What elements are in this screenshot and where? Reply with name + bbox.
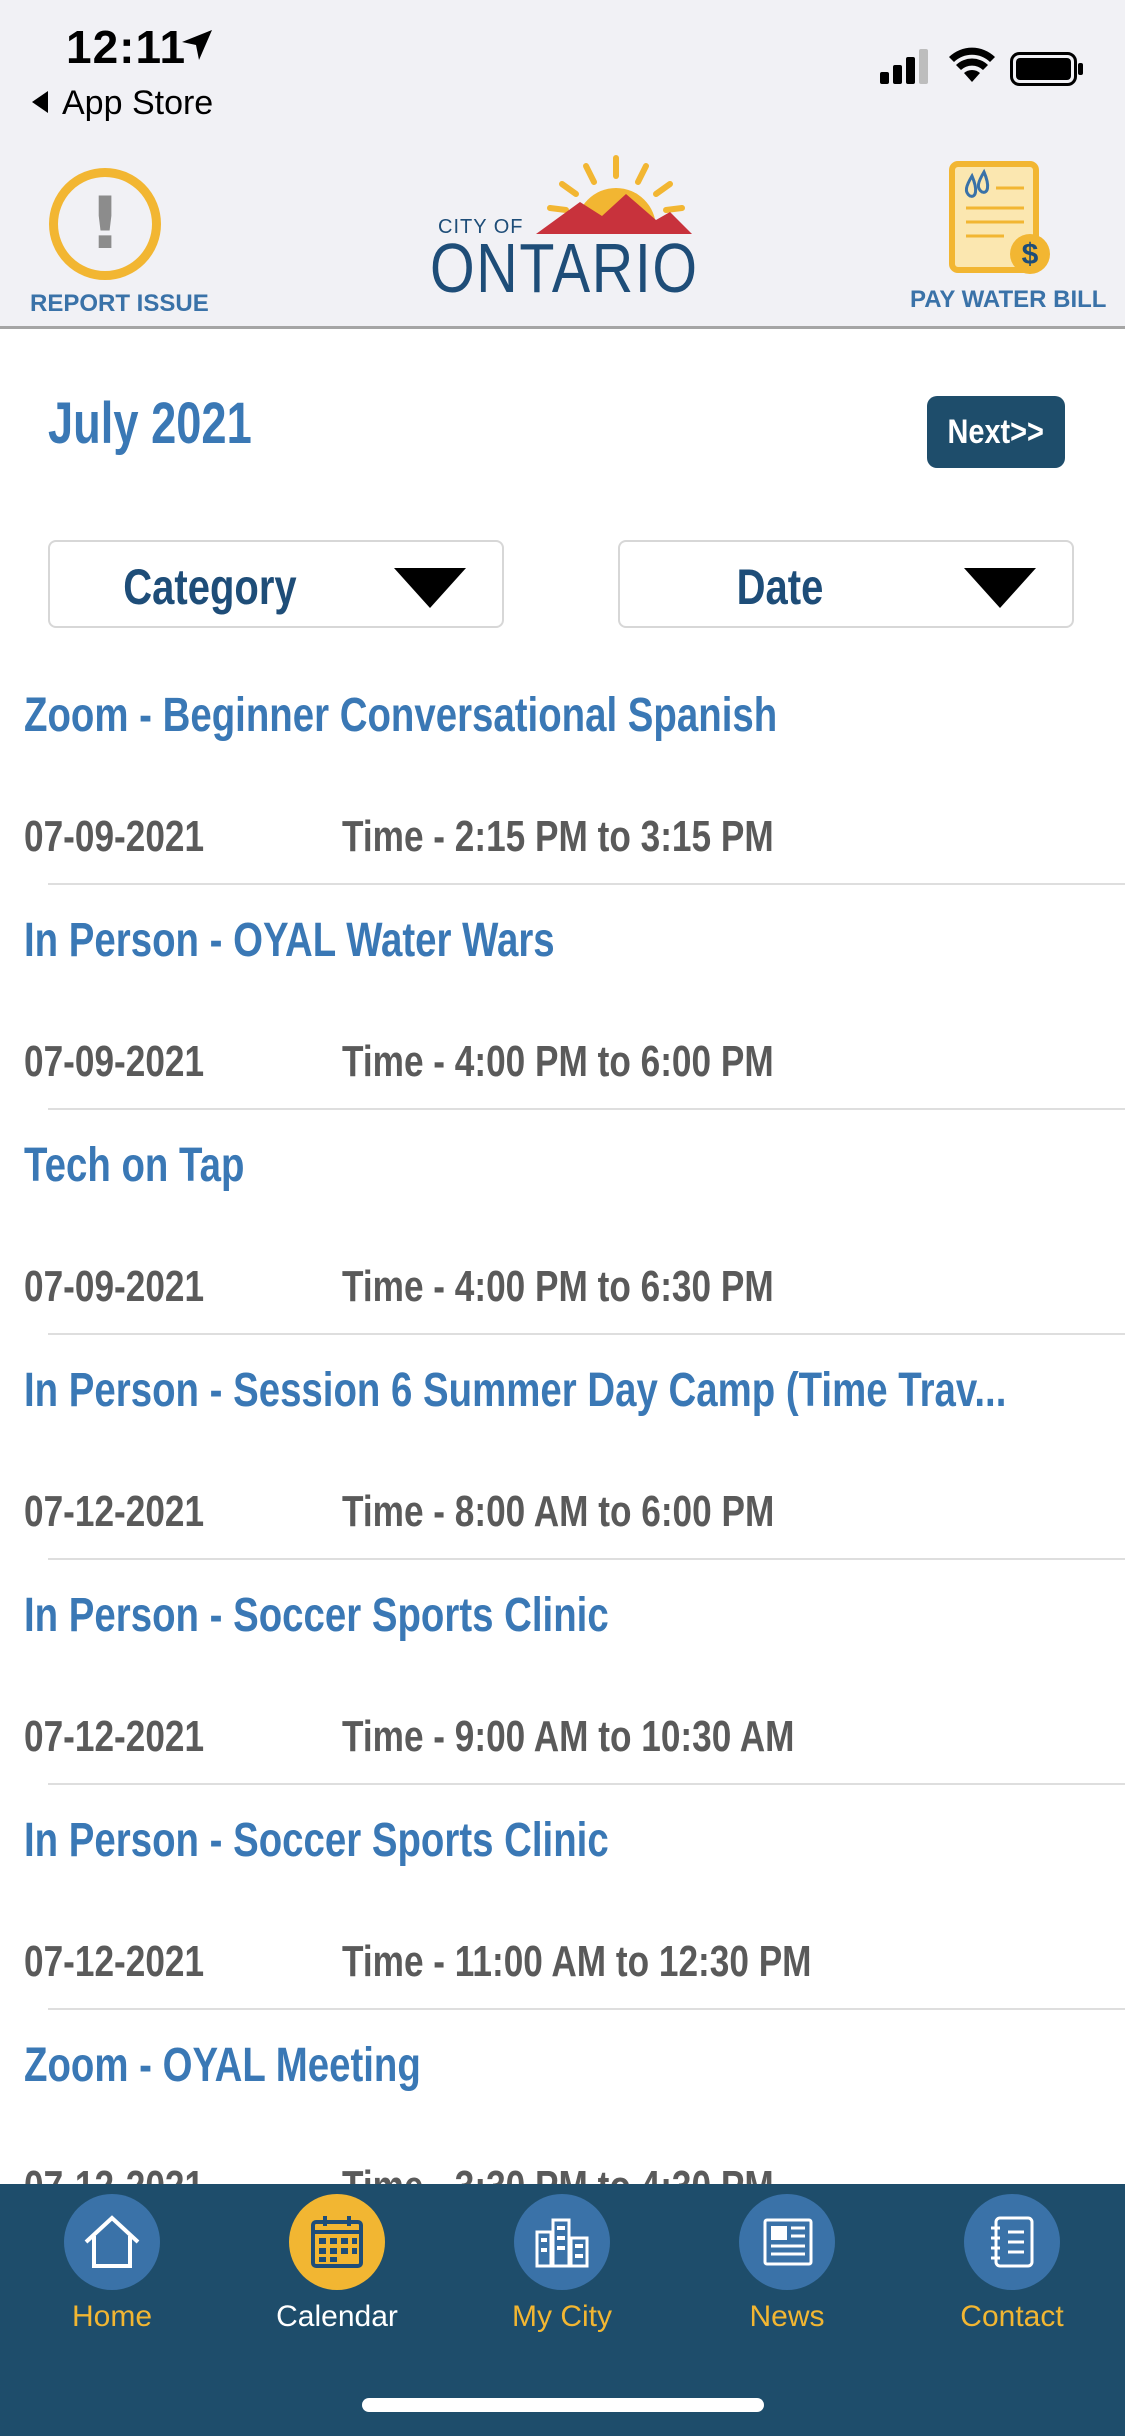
- event-title: In Person - OYAL Water Wars: [24, 914, 555, 967]
- event-date: 07-12-2021: [24, 2162, 204, 2184]
- event-title: Zoom - Beginner Conversational Spanish: [24, 689, 778, 742]
- event-item[interactable]: Tech on Tap 07-09-2021 Time - 4:00 PM to…: [0, 1110, 1125, 1335]
- contact-book-icon: [964, 2194, 1060, 2290]
- tab-contact-label: Contact: [960, 2300, 1064, 2333]
- event-title: In Person - Soccer Sports Clinic: [24, 1589, 609, 1642]
- back-to-app-store[interactable]: App Store: [32, 84, 213, 123]
- report-issue-label: REPORT ISSUE: [30, 290, 209, 317]
- event-list: Zoom - Beginner Conversational Spanish 0…: [0, 660, 1125, 2184]
- newspaper-icon: [739, 2194, 835, 2290]
- caret-down-icon: [964, 568, 1036, 608]
- tab-contact[interactable]: Contact: [927, 2194, 1097, 2334]
- location-arrow-icon: [182, 30, 212, 60]
- event-time: Time - 4:00 PM to 6:00 PM: [342, 1037, 774, 1086]
- water-bill-icon: $: [949, 161, 1050, 274]
- tab-home[interactable]: Home: [27, 2194, 197, 2334]
- next-month-button[interactable]: Next>>: [927, 396, 1065, 468]
- month-title: July 2021: [48, 391, 252, 456]
- tab-home-label: Home: [71, 2300, 153, 2333]
- city-buildings-icon: [514, 2194, 610, 2290]
- pay-water-bill-label: PAY WATER BILL: [910, 286, 1107, 313]
- caret-down-icon: [394, 568, 466, 608]
- event-item[interactable]: In Person - Session 6 Summer Day Camp (T…: [0, 1335, 1125, 1560]
- tab-my-city[interactable]: My City: [477, 2194, 647, 2334]
- event-time: Time - 2:15 PM to 3:15 PM: [342, 812, 774, 861]
- tab-my-city-label: My City: [512, 2300, 612, 2333]
- wifi-icon: [949, 47, 995, 82]
- event-item[interactable]: In Person - Soccer Sports Clinic 07-12-2…: [0, 1560, 1125, 1785]
- event-date: 07-09-2021: [24, 1037, 205, 1086]
- event-title: In Person - Soccer Sports Clinic: [24, 1814, 609, 1867]
- next-month-label: Next>>: [947, 412, 1045, 451]
- battery-icon: [1010, 52, 1083, 86]
- event-date: 07-09-2021: [24, 812, 205, 861]
- event-time: Time - 3:30 PM to 4:30 PM: [342, 2162, 774, 2184]
- date-dropdown-label: Date: [736, 559, 824, 615]
- category-dropdown-label: Category: [123, 559, 297, 615]
- exclamation-circle-icon: !: [49, 168, 161, 280]
- event-date: 07-09-2021: [24, 1262, 205, 1311]
- event-title: Tech on Tap: [24, 1139, 245, 1192]
- date-dropdown[interactable]: Date: [618, 540, 1074, 628]
- event-date: 07-12-2021: [24, 1487, 205, 1536]
- city-of-ontario-logo: CITY OF ONTARIO: [430, 150, 700, 326]
- tab-news[interactable]: News: [702, 2194, 872, 2334]
- tab-calendar[interactable]: Calendar: [252, 2194, 422, 2334]
- event-title: Zoom - OYAL Meeting: [24, 2039, 421, 2092]
- tab-news-label: News: [749, 2300, 825, 2333]
- calendar-icon: [289, 2194, 385, 2290]
- report-issue-button[interactable]: ! REPORT ISSUE: [30, 162, 209, 322]
- event-time: Time - 4:00 PM to 6:30 PM: [342, 1262, 774, 1311]
- app-header: ! REPORT ISSUE CITY OF ONTARIO $ PAY WAT…: [0, 150, 1125, 329]
- logo-ontario-text: ONTARIO: [430, 229, 699, 307]
- svg-text:$: $: [1022, 238, 1039, 271]
- status-time: 12:11: [66, 21, 187, 73]
- event-time: Time - 9:00 AM to 10:30 AM: [342, 1712, 795, 1761]
- event-item[interactable]: Zoom - OYAL Meeting 07-12-2021 Time - 3:…: [0, 2010, 1125, 2184]
- home-indicator[interactable]: [362, 2398, 764, 2412]
- home-icon: [64, 2194, 160, 2290]
- back-app-label: App Store: [62, 84, 214, 122]
- back-arrow-icon: [32, 91, 48, 114]
- status-bar: 12:11 App Store: [0, 0, 1125, 150]
- tab-calendar-label: Calendar: [276, 2300, 398, 2333]
- event-title: In Person - Session 6 Summer Day Camp (T…: [24, 1364, 1007, 1417]
- cellular-signal-icon: [880, 49, 928, 84]
- event-date: 07-12-2021: [24, 1712, 205, 1761]
- event-date: 07-12-2021: [24, 1937, 205, 1986]
- event-item[interactable]: In Person - Soccer Sports Clinic 07-12-2…: [0, 1785, 1125, 2010]
- event-time: Time - 8:00 AM to 6:00 PM: [342, 1487, 775, 1536]
- event-item[interactable]: Zoom - Beginner Conversational Spanish 0…: [0, 660, 1125, 885]
- event-item[interactable]: In Person - OYAL Water Wars 07-09-2021 T…: [0, 885, 1125, 1110]
- event-time: Time - 11:00 AM to 12:30 PM: [342, 1937, 812, 1986]
- pay-water-bill-button[interactable]: $ PAY WATER BILL: [900, 158, 1106, 324]
- category-dropdown[interactable]: Category: [48, 540, 504, 628]
